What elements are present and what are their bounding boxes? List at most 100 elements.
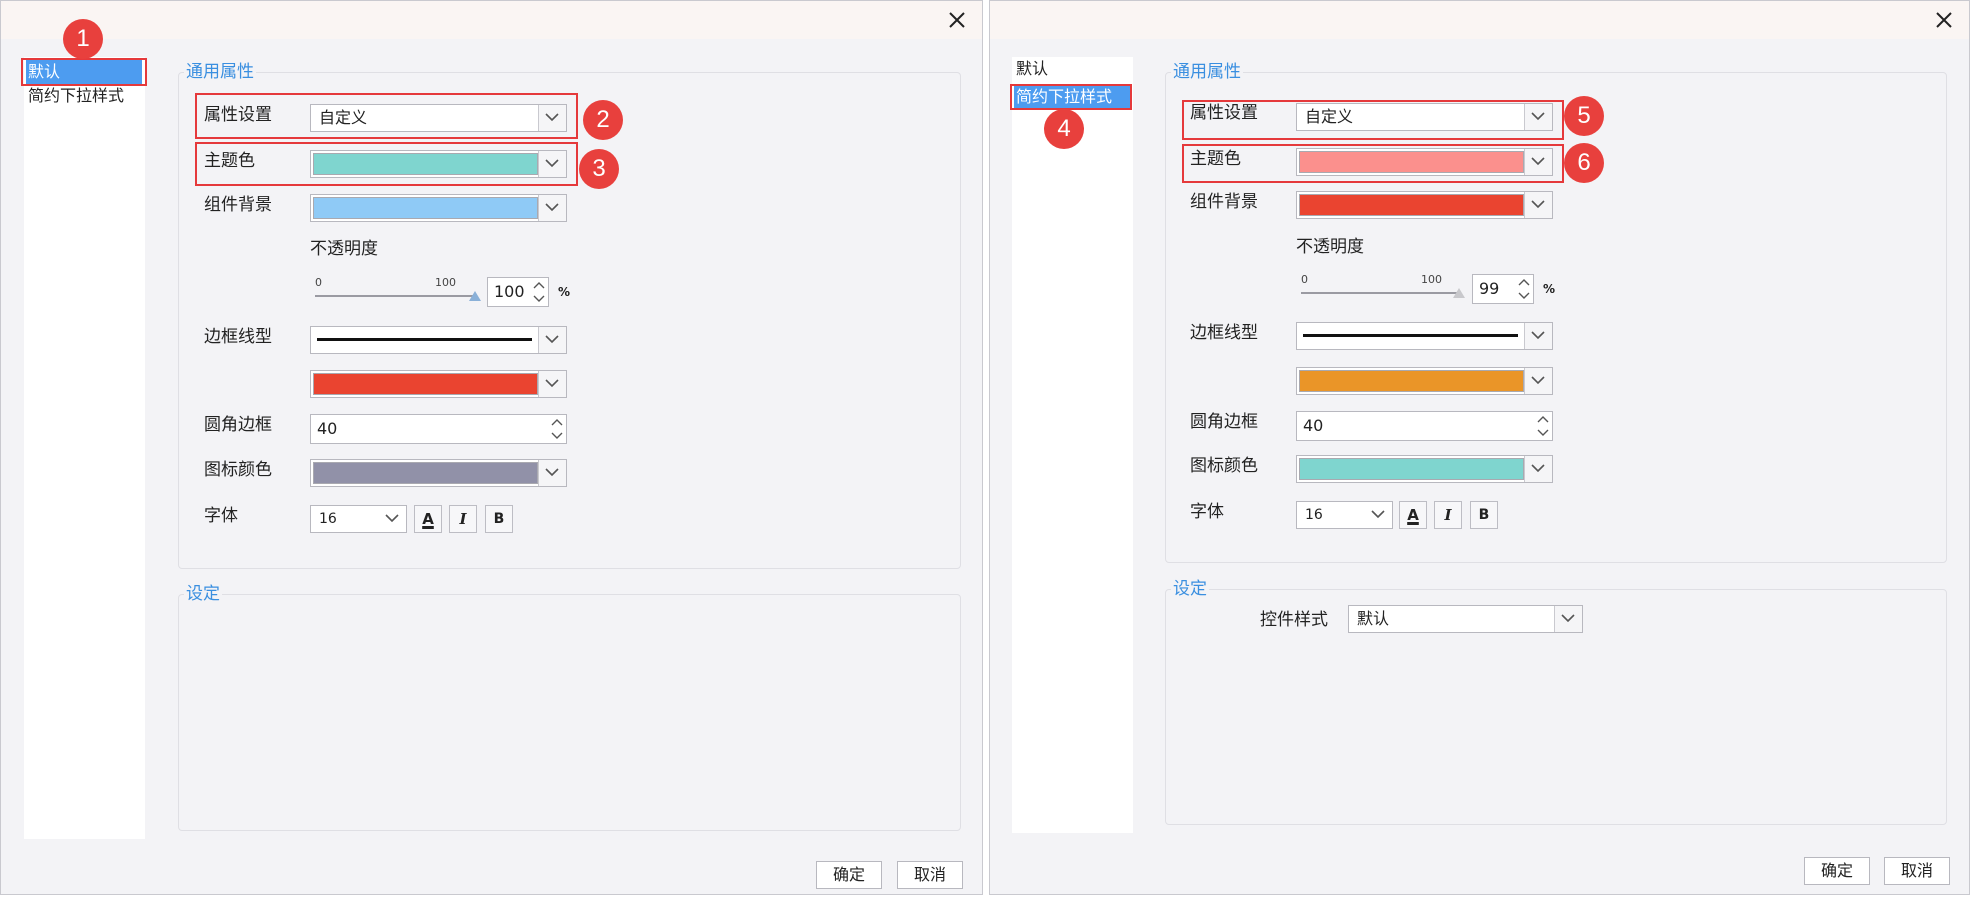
group-title: 通用属性 [1171, 62, 1243, 82]
callout-badge: 2 [583, 100, 623, 140]
theme-color-picker[interactable] [1296, 148, 1553, 176]
corner-radius-spinbox[interactable]: 40 [310, 414, 567, 444]
close-icon[interactable] [946, 9, 968, 31]
font-color-button[interactable]: A [1399, 501, 1427, 529]
chevron-down-icon[interactable] [538, 151, 566, 177]
opacity-slider[interactable]: 0 100 [1301, 274, 1467, 304]
font-size-dropdown[interactable]: 16 [1296, 501, 1393, 529]
color-swatch [1299, 194, 1524, 216]
icon-color-picker[interactable] [1296, 455, 1553, 483]
control-style-label: 控件样式 [1260, 610, 1328, 630]
opacity-label: 不透明度 [1296, 237, 1364, 257]
slider-max-label: 100 [435, 276, 456, 289]
dropdown-value: 自定义 [1305, 107, 1354, 126]
chevron-down-icon[interactable] [538, 327, 566, 353]
style-list-item-simple-dropdown[interactable]: 简约下拉样式 [1014, 85, 1130, 109]
icon-color-picker[interactable] [310, 459, 567, 487]
color-swatch [1299, 458, 1524, 480]
settings-group [178, 594, 961, 831]
border-color-picker[interactable] [1296, 367, 1553, 395]
chevron-down-icon[interactable] [379, 506, 406, 532]
color-swatch [1299, 151, 1524, 173]
group-title: 通用属性 [184, 62, 256, 82]
opacity-spinbox[interactable]: 100 [487, 277, 549, 307]
chevron-down-icon[interactable] [1524, 323, 1552, 349]
chevron-down-icon[interactable] [538, 105, 566, 131]
border-line-label: 边框线型 [1190, 323, 1258, 343]
corner-border-label: 圆角边框 [1190, 412, 1258, 432]
cancel-button[interactable]: 取消 [897, 861, 963, 889]
chevron-down-icon[interactable] [1524, 368, 1552, 394]
spin-up-down-icon[interactable] [1515, 275, 1533, 303]
slider-track [1301, 292, 1461, 294]
border-line-style-dropdown[interactable] [310, 326, 567, 354]
chevron-down-icon[interactable] [1365, 502, 1392, 528]
component-background-picker[interactable] [1296, 191, 1553, 219]
slider-thumb[interactable] [469, 291, 481, 301]
spin-up-down-icon[interactable] [1534, 412, 1552, 440]
spinbox-value: 99 [1479, 279, 1500, 298]
title-bar [1, 1, 982, 39]
font-color-button[interactable]: A [414, 505, 442, 533]
chevron-down-icon[interactable] [1524, 456, 1552, 482]
italic-button[interactable]: I [1434, 501, 1462, 529]
slider-thumb[interactable] [1453, 288, 1466, 298]
font-label: 字体 [204, 506, 238, 526]
component-background-label: 组件背景 [204, 195, 272, 215]
opacity-spinbox[interactable]: 99 [1472, 274, 1534, 304]
theme-color-label: 主题色 [1190, 149, 1241, 169]
chevron-down-icon[interactable] [538, 371, 566, 397]
icon-color-label: 图标颜色 [1190, 456, 1258, 476]
color-swatch [1299, 370, 1524, 392]
dropdown-value: 默认 [1357, 609, 1390, 628]
color-swatch [313, 153, 538, 175]
chevron-down-icon[interactable] [1554, 606, 1582, 632]
corner-radius-spinbox[interactable]: 40 [1296, 411, 1553, 441]
slider-min-label: 0 [315, 276, 322, 289]
cancel-button[interactable]: 取消 [1884, 857, 1950, 885]
slider-max-label: 100 [1421, 273, 1442, 286]
slider-min-label: 0 [1301, 273, 1308, 286]
style-list: 默认 简约下拉样式 [1012, 57, 1133, 833]
ok-button[interactable]: 确定 [1804, 857, 1870, 885]
component-background-picker[interactable] [310, 194, 567, 222]
line-style-preview [1303, 334, 1518, 337]
chevron-down-icon[interactable] [1524, 192, 1552, 218]
bold-button[interactable]: B [1470, 501, 1498, 529]
chevron-down-icon[interactable] [1524, 149, 1552, 175]
property-setting-dropdown[interactable]: 自定义 [310, 104, 567, 132]
style-list: 默认 简约下拉样式 [24, 57, 145, 839]
right-dialog: 默认 简约下拉样式 4 通用属性 属性设置 自定义 5 主题色 6 组件背景 不… [989, 0, 1970, 895]
spin-up-down-icon[interactable] [530, 278, 548, 306]
percent-unit: % [1543, 282, 1556, 296]
italic-button[interactable]: I [449, 505, 477, 533]
property-setting-label: 属性设置 [204, 105, 272, 125]
control-style-dropdown[interactable]: 默认 [1348, 605, 1583, 633]
border-color-picker[interactable] [310, 370, 567, 398]
style-list-item-default[interactable]: 默认 [26, 60, 142, 84]
icon-color-label: 图标颜色 [204, 460, 272, 480]
bold-button[interactable]: B [485, 505, 513, 533]
percent-unit: % [558, 285, 571, 299]
theme-color-picker[interactable] [310, 150, 567, 178]
slider-track [315, 295, 475, 297]
component-background-label: 组件背景 [1190, 192, 1258, 212]
spin-up-down-icon[interactable] [548, 415, 566, 443]
property-setting-dropdown[interactable]: 自定义 [1296, 103, 1553, 131]
spinbox-value: 40 [1303, 416, 1324, 435]
chevron-down-icon[interactable] [538, 460, 566, 486]
property-setting-label: 属性设置 [1190, 103, 1258, 123]
spinbox-value: 100 [494, 282, 525, 301]
style-list-item-simple-dropdown[interactable]: 简约下拉样式 [26, 84, 142, 108]
ok-button[interactable]: 确定 [816, 861, 882, 889]
callout-badge: 6 [1564, 143, 1604, 183]
chevron-down-icon[interactable] [1524, 104, 1552, 130]
general-properties-group [1165, 72, 1947, 563]
font-size-dropdown[interactable]: 16 [310, 505, 407, 533]
border-line-style-dropdown[interactable] [1296, 322, 1553, 350]
style-list-item-default[interactable]: 默认 [1014, 57, 1130, 81]
dropdown-value: 16 [319, 511, 337, 527]
close-icon[interactable] [1933, 9, 1955, 31]
opacity-slider[interactable]: 0 100 [315, 277, 481, 307]
chevron-down-icon[interactable] [538, 195, 566, 221]
